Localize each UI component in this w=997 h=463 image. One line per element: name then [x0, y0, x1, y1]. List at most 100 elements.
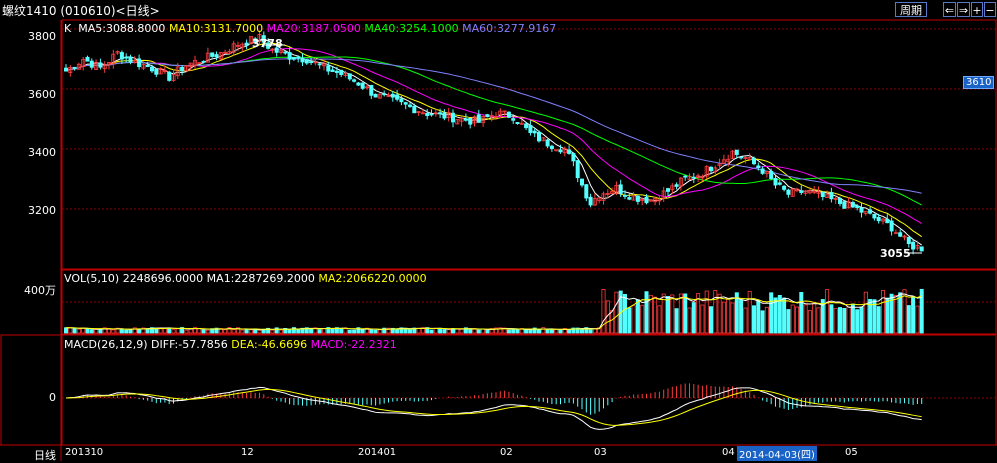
candle-body: [137, 58, 142, 67]
legend-dea: DEA:-46.6696: [231, 338, 308, 351]
chart-canvas[interactable]: [0, 0, 997, 461]
volume-bar: [98, 328, 103, 334]
candle-body: [588, 196, 593, 206]
legend-diff: DIFF:-57.7856: [151, 338, 228, 351]
x-label-12: 12: [241, 447, 254, 458]
candle-body: [919, 246, 924, 252]
moving-average-lines: [65, 39, 922, 246]
candle-body: [691, 176, 696, 179]
legend-ma20: MA20:3187.0500: [266, 22, 361, 35]
candle-body: [635, 195, 640, 202]
main-legend: K MA5:3088.8000 MA10:3131.7000 MA20:3187…: [64, 22, 556, 35]
candle-body: [528, 125, 533, 133]
volume-bar: [545, 329, 550, 334]
volume-bar: [782, 297, 787, 334]
volume-bar: [94, 329, 99, 334]
candle-body: [197, 62, 202, 64]
volume-bar: [506, 329, 511, 334]
candle-body: [889, 220, 894, 232]
volume-bar: [171, 329, 176, 334]
volume-bar: [859, 306, 864, 334]
volume-bar: [81, 327, 86, 334]
candle-body: [347, 73, 352, 80]
volume-bar: [730, 302, 735, 334]
volume-bar: [640, 304, 645, 334]
volume-bar: [330, 328, 335, 334]
candle-body: [777, 182, 782, 185]
volume-bar: [627, 307, 632, 334]
candle-body: [369, 85, 374, 96]
candle-body: [571, 153, 576, 162]
x-label-201310: 201310: [65, 447, 104, 458]
ma10-line: [65, 42, 922, 238]
macd-lines: [65, 386, 922, 430]
candle-body: [296, 56, 301, 59]
volume-bar: [124, 329, 129, 334]
candle-body: [855, 205, 860, 209]
volume-bar: [89, 329, 94, 334]
candle-body: [330, 69, 335, 72]
candle-body: [485, 114, 490, 118]
volume-y-tick: 400万: [24, 284, 56, 297]
candle-body: [786, 189, 791, 195]
candle-body: [149, 66, 154, 72]
candle-body: [760, 168, 765, 174]
volume-bar: [278, 329, 283, 334]
candle-body: [476, 114, 481, 123]
volume-bar: [240, 329, 245, 334]
candle-body: [124, 56, 129, 59]
legend-ma40: MA40:3254.1000: [364, 22, 459, 35]
candle-body: [283, 51, 288, 54]
candle-body: [214, 54, 219, 58]
candle-body: [893, 232, 898, 235]
macd-legend: MACD(26,12,9) DIFF:-57.7856 DEA:-46.6696…: [64, 338, 397, 351]
volume-bar: [863, 291, 868, 334]
volume-bar: [683, 293, 688, 334]
candle-body: [906, 237, 911, 244]
legend-macd: MACD(26,12,9): [64, 338, 148, 351]
ma5-line: [65, 39, 922, 246]
candle-body: [752, 157, 757, 165]
candle-body: [850, 202, 855, 208]
volume-bar: [850, 303, 855, 334]
candle-body: [868, 209, 873, 214]
candle-body: [911, 241, 916, 250]
candle-body: [859, 207, 864, 213]
volume-bar: [274, 327, 279, 334]
volume-bar: [790, 304, 795, 334]
volume-bar: [812, 303, 817, 334]
volume-bar: [395, 328, 400, 334]
candle-body: [872, 213, 877, 219]
candle-body: [898, 232, 903, 237]
volume-bar: [592, 328, 597, 334]
volume-bar: [898, 292, 903, 334]
volume-bar: [175, 328, 180, 334]
candle-body: [549, 145, 554, 150]
candle-body: [820, 191, 825, 197]
volume-bar: [567, 329, 572, 334]
candle-body: [829, 192, 834, 200]
volume-bar: [511, 328, 516, 334]
volume-bar: [231, 329, 236, 334]
volume-bar: [476, 329, 481, 334]
legend-vol-ma1: MA1:2287269.2000: [206, 272, 315, 285]
candle-body: [412, 105, 417, 114]
candle-body: [119, 52, 124, 60]
candle-body: [506, 111, 511, 118]
volume-bar: [429, 329, 434, 334]
volume-bar: [68, 327, 73, 334]
candle-body: [373, 93, 378, 98]
volume-bar: [111, 329, 116, 334]
current-price-tag: 3610: [963, 76, 995, 89]
volume-bar: [876, 306, 881, 334]
volume-bar: [442, 329, 447, 334]
volume-bar: [799, 292, 804, 334]
candle-body: [644, 196, 649, 204]
volume-bar: [786, 309, 791, 334]
volume-bar: [85, 328, 90, 334]
candle-body: [395, 94, 400, 100]
cursor-date-label: 2014-04-03(四): [737, 446, 817, 461]
volume-bar: [816, 307, 821, 334]
volume-bar: [485, 329, 490, 334]
x-label-02: 02: [500, 447, 513, 458]
